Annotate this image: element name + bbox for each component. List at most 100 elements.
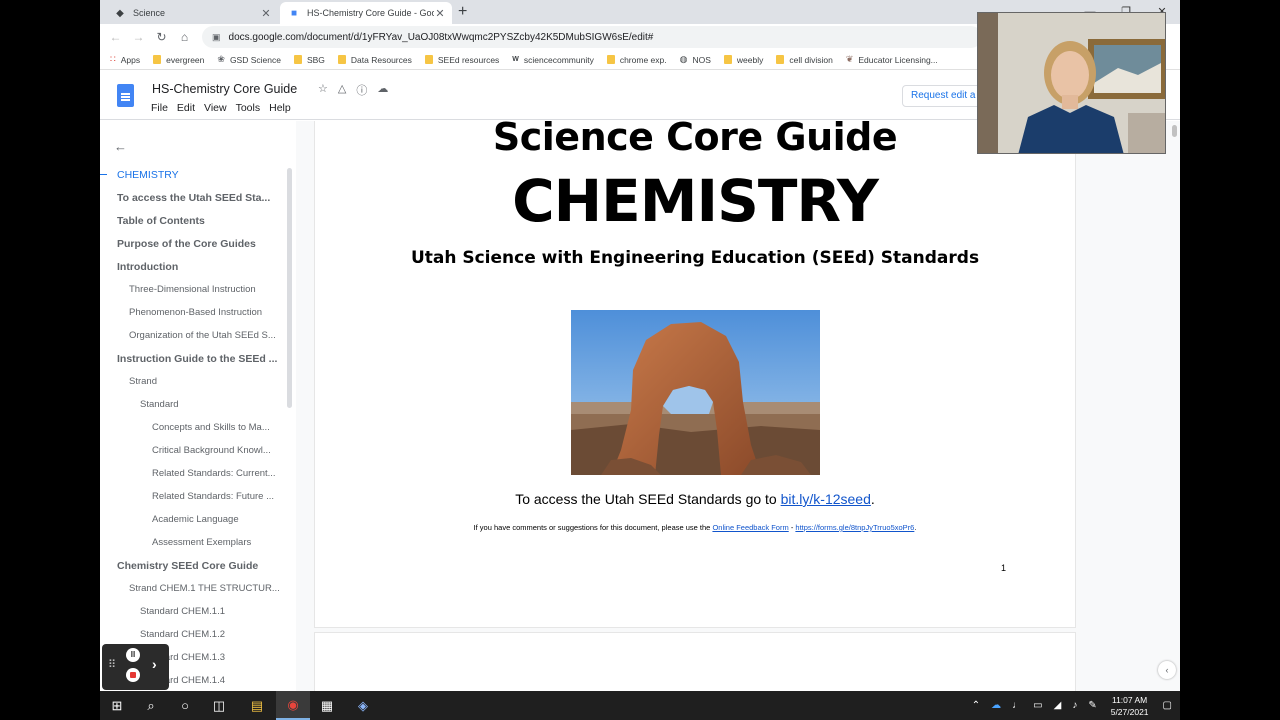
- tab-chemistry-guide[interactable]: ■ HS-Chemistry Core Guide - Goog ✕: [280, 2, 452, 24]
- bookmark-chrome-exp[interactable]: chrome exp.: [606, 55, 667, 65]
- windows-start-icon[interactable]: ⊞: [100, 691, 134, 720]
- outline-item[interactable]: Strand CHEM.1 THE STRUCTUR...: [100, 580, 290, 603]
- feedback-form-link[interactable]: Online Feedback Form: [712, 523, 788, 532]
- chevron-up-icon[interactable]: ⌃: [972, 700, 980, 711]
- outline-item[interactable]: Assessment Exemplars: [100, 534, 290, 557]
- delicate-arch-photo: [571, 310, 820, 475]
- outline-item[interactable]: Concepts and Skills to Ma...: [100, 419, 290, 442]
- request-edit-button[interactable]: Request edit a: [902, 85, 985, 107]
- outline-item[interactable]: Standard CHEM.1.1: [100, 603, 290, 626]
- tab-science[interactable]: ◆ Science ✕: [106, 2, 278, 24]
- wifi-icon[interactable]: ◢: [1054, 700, 1062, 711]
- chevron-right-icon[interactable]: ›: [152, 656, 157, 672]
- address-bar[interactable]: ▣ docs.google.com/document/d/1yFRYav_UaO…: [202, 26, 982, 48]
- bookmark-cell-division[interactable]: cell division: [776, 55, 833, 65]
- lock-icon: ▣: [212, 31, 221, 42]
- new-tab-button[interactable]: +: [458, 4, 467, 20]
- outline-item[interactable]: Strand: [100, 373, 290, 396]
- screen: ◆ Science ✕ ■ HS-Chemistry Core Guide - …: [0, 0, 1280, 720]
- outline-item[interactable]: CHEMISTRY: [100, 166, 290, 189]
- home-icon[interactable]: ⌂: [173, 30, 196, 44]
- bookmark-nos[interactable]: ◍ NOS: [680, 54, 711, 65]
- outline-item[interactable]: Three-Dimensional Instruction: [100, 281, 290, 304]
- outline-item[interactable]: Standard: [100, 396, 290, 419]
- search-icon[interactable]: ⌕: [134, 691, 168, 720]
- folder-icon: [606, 55, 615, 64]
- onedrive-icon[interactable]: ☁: [991, 700, 1001, 711]
- feedback-url-link[interactable]: https://forms.gle/8tnpJyTrruo5xoPr6: [795, 523, 914, 532]
- document-page-2: [315, 633, 1075, 691]
- calculator-icon[interactable]: ▦: [310, 691, 344, 720]
- outline-item[interactable]: Table of Contents: [100, 212, 290, 235]
- star-icon[interactable]: ☆: [318, 82, 328, 98]
- crest-icon: ❦: [845, 54, 854, 64]
- drag-handle-icon[interactable]: ⠿: [108, 658, 116, 671]
- pen-icon[interactable]: ✎: [1088, 700, 1096, 711]
- document-title[interactable]: HS-Chemistry Core Guide: [152, 82, 297, 96]
- clock[interactable]: 11:07 AM 5/27/2021: [1111, 694, 1149, 718]
- outline-item[interactable]: Phenomenon-Based Instruction: [100, 304, 290, 327]
- file-explorer-icon[interactable]: ▤: [240, 691, 274, 720]
- clock-date: 5/27/2021: [1110, 706, 1149, 717]
- forward-icon[interactable]: →: [127, 30, 150, 44]
- outline-item[interactable]: Related Standards: Future ...: [100, 488, 290, 511]
- bookmark-educator-licensing[interactable]: ❦ Educator Licensing...: [846, 54, 938, 65]
- bookmark-gsd-science[interactable]: ❀ GSD Science: [217, 54, 281, 65]
- outline-item[interactable]: To access the Utah SEEd Sta...: [100, 189, 290, 212]
- apps-grid-icon: ∷: [110, 54, 116, 64]
- notifications-icon[interactable]: ▢: [1163, 700, 1172, 711]
- cloud-status-icon[interactable]: ☁: [377, 82, 388, 98]
- outline-item[interactable]: Purpose of the Core Guides: [100, 235, 290, 258]
- menu-view[interactable]: View: [204, 102, 227, 114]
- feedback-line: If you have comments or suggestions for …: [473, 523, 917, 532]
- outline-scrollbar[interactable]: [287, 168, 292, 408]
- outline-item[interactable]: Organization of the Utah SEEd S...: [100, 327, 290, 350]
- bookmark-data-resources[interactable]: Data Resources: [337, 55, 412, 65]
- bookmark-apps[interactable]: ∷ Apps: [110, 54, 140, 65]
- task-view-icon[interactable]: ◫: [202, 691, 236, 720]
- menu-help[interactable]: Help: [269, 102, 291, 114]
- folder-icon: [723, 55, 732, 64]
- cortana-icon[interactable]: ○: [168, 691, 202, 720]
- outline-item[interactable]: Related Standards: Current...: [100, 465, 290, 488]
- pause-icon[interactable]: II: [126, 648, 140, 662]
- recorder-app-icon[interactable]: ◈: [346, 691, 380, 720]
- folder-icon: [776, 55, 785, 64]
- seed-link[interactable]: bit.ly/k-12seed: [781, 491, 871, 507]
- menu-edit[interactable]: Edit: [177, 102, 195, 114]
- folder-icon: [293, 55, 302, 64]
- outline-item[interactable]: Academic Language: [100, 511, 290, 534]
- menu-tools[interactable]: Tools: [236, 102, 261, 114]
- folder-icon: [153, 55, 162, 64]
- bookmark-sbg[interactable]: SBG: [293, 55, 325, 65]
- back-arrow-icon[interactable]: ←: [114, 139, 127, 154]
- reload-icon[interactable]: ↻: [150, 30, 173, 44]
- chevron-left-icon[interactable]: ‹: [1158, 661, 1176, 679]
- outline-item[interactable]: Introduction: [100, 258, 290, 281]
- back-icon[interactable]: ←: [104, 30, 127, 44]
- page-title: CHEMISTRY: [512, 167, 879, 235]
- volume-icon[interactable]: ♪: [1072, 700, 1077, 711]
- move-to-drive-icon[interactable]: △: [338, 82, 346, 98]
- close-icon[interactable]: ✕: [260, 7, 272, 20]
- leaf-icon: ❀: [217, 54, 225, 64]
- close-icon[interactable]: ✕: [434, 7, 446, 20]
- stop-icon[interactable]: [126, 668, 140, 682]
- bookmark-weebly[interactable]: weebly: [723, 55, 763, 65]
- bookmark-evergreen[interactable]: evergreen: [153, 55, 204, 65]
- docs-logo-icon[interactable]: [117, 84, 134, 107]
- outline-item[interactable]: Chemistry SEEd Core Guide: [100, 557, 290, 580]
- battery-icon[interactable]: ▭: [1033, 700, 1042, 711]
- chrome-icon[interactable]: ◉: [276, 691, 310, 720]
- menu-file[interactable]: File: [151, 102, 168, 114]
- page-scrollbar[interactable]: [1172, 125, 1177, 137]
- drop-icon: ◆: [116, 7, 124, 19]
- bookmark-seed-resources[interactable]: SEEd resources: [424, 55, 499, 65]
- url-text: docs.google.com/document/d/1yFRYav_UaOJ0…: [228, 31, 654, 43]
- bookmark-sciencecommunity[interactable]: Wsciencecommunity: [512, 55, 594, 65]
- microphone-icon[interactable]: ♩: [1012, 700, 1022, 711]
- outline-item[interactable]: Instruction Guide to the SEEd ...: [100, 350, 290, 373]
- taskbar: ⊞ ⌕ ○ ◫ ▤ ◉ ▦ ◈ ⌃ ☁ ♩ ▭ ◢ ♪ ✎ 11:07 AM 5…: [100, 691, 1180, 720]
- info-icon[interactable]: ⓘ: [356, 82, 367, 98]
- outline-item[interactable]: Critical Background Knowl...: [100, 442, 290, 465]
